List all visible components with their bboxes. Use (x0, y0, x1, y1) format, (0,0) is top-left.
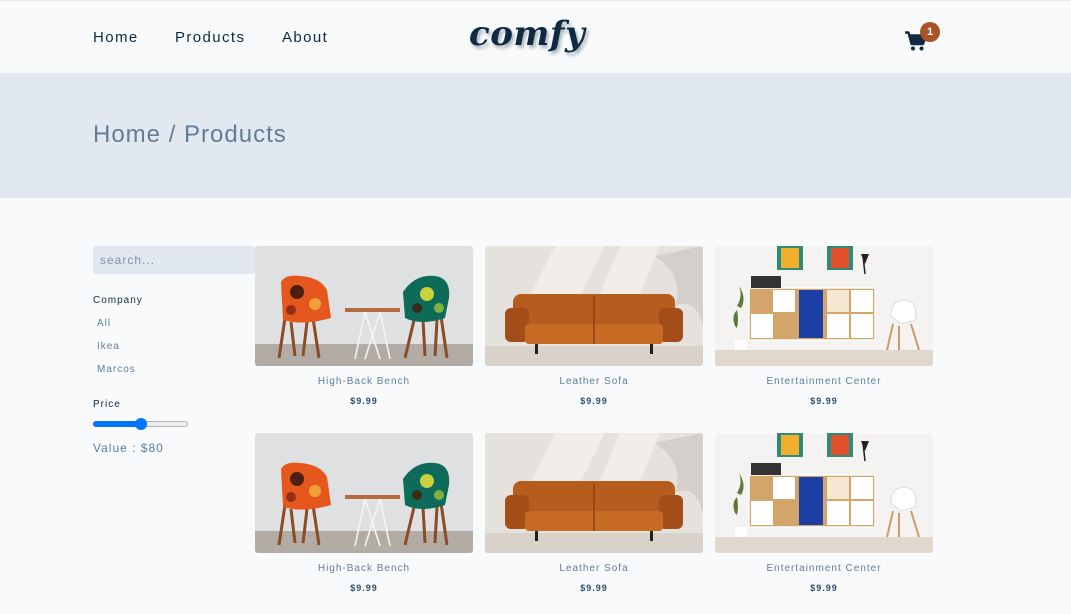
nav-link-home[interactable]: Home (93, 29, 139, 46)
sofa-image[interactable] (485, 433, 703, 553)
company-filter-heading: Company (93, 295, 143, 306)
product-name: Entertainment Center (766, 563, 882, 574)
product-name: Entertainment Center (766, 376, 882, 387)
brand-logo[interactable]: comfy (469, 14, 585, 54)
product-name: High-Back Bench (317, 376, 411, 387)
product-price: $9.99 (580, 583, 608, 593)
nav-link-about[interactable]: About (282, 29, 328, 46)
filters-sidebar: Company All Ikea Marcos Price Value : $8… (93, 246, 255, 455)
product-name: Leather Sofa (559, 376, 629, 387)
search-input[interactable] (93, 246, 255, 274)
cart-count-badge: 1 (920, 22, 940, 42)
product-name: High-Back Bench (317, 563, 411, 574)
sofa-image[interactable] (485, 246, 703, 366)
company-option-ikea[interactable]: Ikea (97, 341, 120, 352)
price-range-slider[interactable] (93, 417, 189, 431)
cabinet-image[interactable] (715, 433, 933, 553)
company-option-marcos[interactable]: Marcos (97, 364, 136, 375)
product-price: $9.99 (350, 396, 378, 406)
chairs-image[interactable] (255, 246, 473, 366)
nav-link-products[interactable]: Products (175, 29, 245, 46)
company-option-all[interactable]: All (97, 318, 111, 329)
product-price: $9.99 (350, 583, 378, 593)
product-price: $9.99 (810, 396, 838, 406)
page-hero: Home / Products (0, 73, 1071, 198)
product-price: $9.99 (810, 583, 838, 593)
slider-fill (93, 421, 141, 427)
breadcrumb: Home / Products (93, 121, 287, 148)
slider-thumb[interactable] (135, 418, 147, 430)
product-price: $9.99 (580, 396, 608, 406)
price-filter-heading: Price (93, 399, 121, 410)
navbar: Home Products About comfy 1 (0, 0, 1071, 73)
price-value-label: Value : $80 (93, 441, 164, 455)
cabinet-image[interactable] (715, 246, 933, 366)
chairs-image[interactable] (255, 433, 473, 553)
product-name: Leather Sofa (559, 563, 629, 574)
